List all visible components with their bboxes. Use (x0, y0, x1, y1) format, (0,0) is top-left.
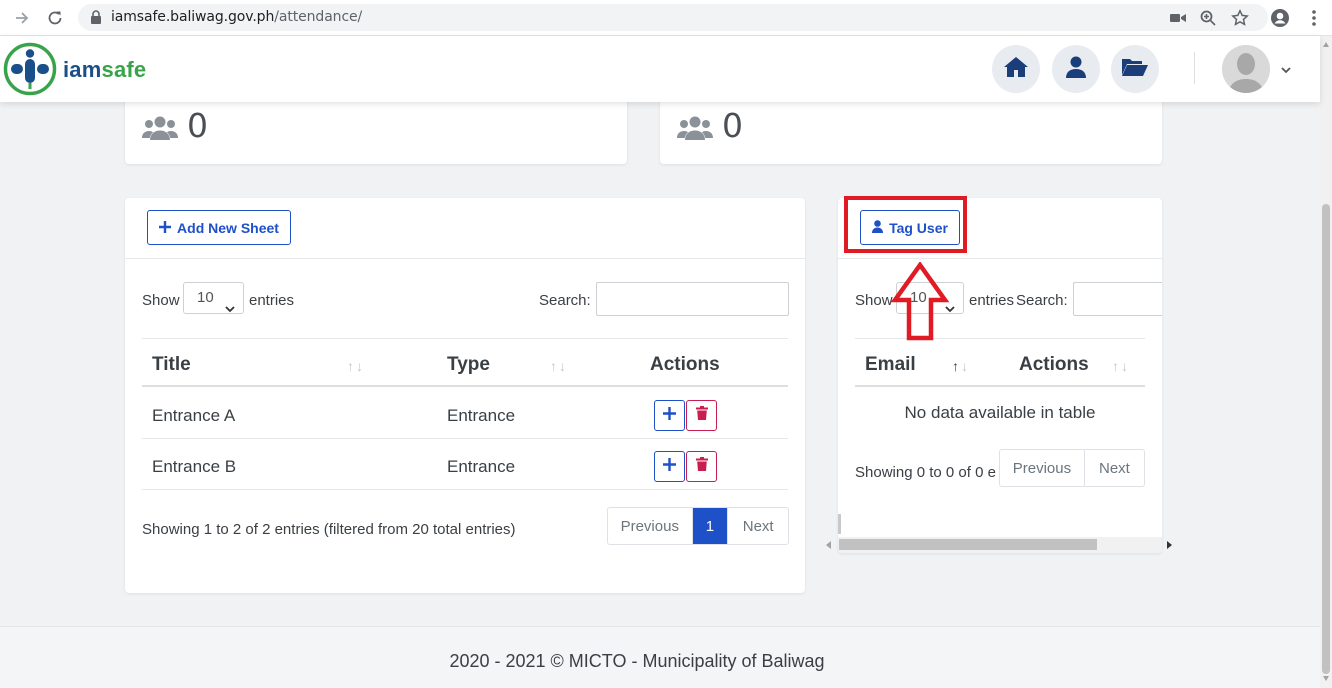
table-header-border (142, 385, 788, 387)
search-input[interactable] (596, 282, 789, 316)
page-scrollbar[interactable] (1320, 36, 1332, 688)
entries-label: entries (249, 292, 295, 309)
profile-button[interactable] (1052, 45, 1100, 93)
cell-type: Entrance (447, 406, 516, 425)
users-icon (677, 114, 713, 147)
scroll-down-arrow[interactable] (1323, 676, 1329, 681)
highlight-annotation-box (844, 196, 967, 253)
show-label: Show (142, 292, 180, 309)
app-header: iamsafe (0, 36, 1320, 102)
scroll-right-arrow[interactable] (1167, 541, 1172, 549)
trash-icon (695, 457, 708, 476)
search-label: Search: (1016, 292, 1068, 309)
previous-button[interactable]: Previous (1000, 450, 1085, 486)
entries-label: entries (969, 292, 1015, 309)
folder-open-icon (1121, 57, 1149, 82)
plus-icon (663, 457, 676, 476)
address-bar[interactable]: iamsafe.baliwag.gov.ph/attendance/ (78, 4, 1268, 31)
horizontal-scroll-thumb[interactable] (839, 539, 1097, 550)
table-info: Showing 0 to 0 of 0 e (855, 464, 996, 481)
cell-type: Entrance (447, 457, 516, 476)
table-info: Showing 1 to 2 of 2 entries (filtered fr… (142, 521, 516, 538)
chevron-down-icon (225, 294, 235, 324)
add-new-sheet-button[interactable]: Add New Sheet (147, 210, 291, 245)
plus-icon (663, 406, 676, 425)
users-icon (142, 114, 178, 147)
stat-card-2: 0 (660, 96, 1162, 164)
show-label: Show (855, 292, 893, 309)
pagination: Previous 1 Next (607, 507, 789, 545)
empty-table-message: No data available in table (904, 403, 1096, 422)
delete-button[interactable] (686, 400, 717, 431)
stat-value: 0 (187, 106, 208, 145)
reload-icon[interactable] (43, 6, 67, 30)
lock-icon (90, 10, 102, 29)
row-divider (142, 438, 788, 439)
page-1-button[interactable]: 1 (692, 508, 729, 544)
stat-card-1: 0 (125, 96, 627, 164)
menu-dots-icon[interactable] (1302, 6, 1326, 30)
card-divider (125, 258, 805, 259)
search-label: Search: (539, 292, 591, 309)
card-divider (838, 258, 1162, 259)
footer-copyright: 2020 - 2021 © MICTO - Municipality of Ba… (449, 651, 825, 671)
avatar[interactable] (1222, 45, 1270, 93)
search-input[interactable] (1073, 282, 1162, 316)
cell-title: Entrance A (152, 406, 236, 425)
browser-toolbar: iamsafe.baliwag.gov.ph/attendance/ (0, 0, 1332, 36)
url-text: iamsafe.baliwag.gov.ph/attendance/ (111, 9, 363, 25)
user-icon (1066, 56, 1086, 83)
scroll-up-arrow[interactable] (1323, 42, 1329, 47)
brand-name[interactable]: iamsafe (63, 57, 146, 83)
trash-icon (695, 406, 708, 425)
scrollbar-thumb[interactable] (1322, 204, 1330, 674)
bookmark-star-icon[interactable] (1228, 6, 1252, 30)
sort-arrows-icon[interactable]: ↑↓ (952, 358, 970, 374)
column-header-type[interactable]: Type (447, 354, 490, 376)
profile-icon[interactable] (1268, 6, 1292, 30)
next-button[interactable]: Next (1085, 450, 1144, 486)
column-header-email[interactable]: Email (865, 354, 916, 376)
column-header-title[interactable]: Title (152, 354, 191, 376)
chevron-down-icon[interactable] (1280, 62, 1292, 80)
sort-arrows-icon[interactable]: ↑↓ (1112, 358, 1130, 374)
delete-button[interactable] (686, 451, 717, 482)
forward-icon[interactable] (10, 6, 34, 30)
next-button[interactable]: Next (728, 508, 788, 544)
add-entry-button[interactable] (654, 400, 685, 431)
previous-button[interactable]: Previous (608, 508, 693, 544)
horizontal-scrollbar[interactable] (838, 537, 1162, 553)
footer: 2020 - 2021 © MICTO - Municipality of Ba… (0, 626, 1320, 688)
entries-select[interactable]: 10 (183, 282, 244, 314)
up-arrow-annotation-icon (890, 261, 950, 347)
header-divider (1194, 52, 1195, 84)
column-header-actions: Actions (650, 354, 720, 375)
sheets-card: Add New Sheet Show 10 entries Search: Ti… (125, 198, 805, 593)
folder-button[interactable] (1111, 45, 1159, 93)
scroll-left-arrow[interactable] (826, 541, 831, 549)
home-icon (1003, 56, 1029, 83)
table-header-border (855, 385, 1145, 387)
add-entry-button[interactable] (654, 451, 685, 482)
pagination: Previous Next (999, 449, 1145, 487)
column-header-actions[interactable]: Actions (1019, 354, 1089, 376)
stat-value: 0 (722, 106, 743, 145)
row-divider (142, 489, 788, 490)
iamsafe-logo[interactable] (3, 42, 57, 96)
sort-arrows-icon[interactable]: ↑↓ (347, 358, 365, 374)
home-button[interactable] (992, 45, 1040, 93)
cell-title: Entrance B (152, 457, 237, 476)
table-top-border (142, 338, 788, 339)
sort-arrows-icon[interactable]: ↑↓ (550, 358, 568, 374)
camera-icon[interactable] (1166, 6, 1190, 30)
zoom-icon[interactable] (1196, 6, 1220, 30)
plus-icon (159, 220, 172, 236)
inner-scroll-edge (838, 514, 841, 534)
